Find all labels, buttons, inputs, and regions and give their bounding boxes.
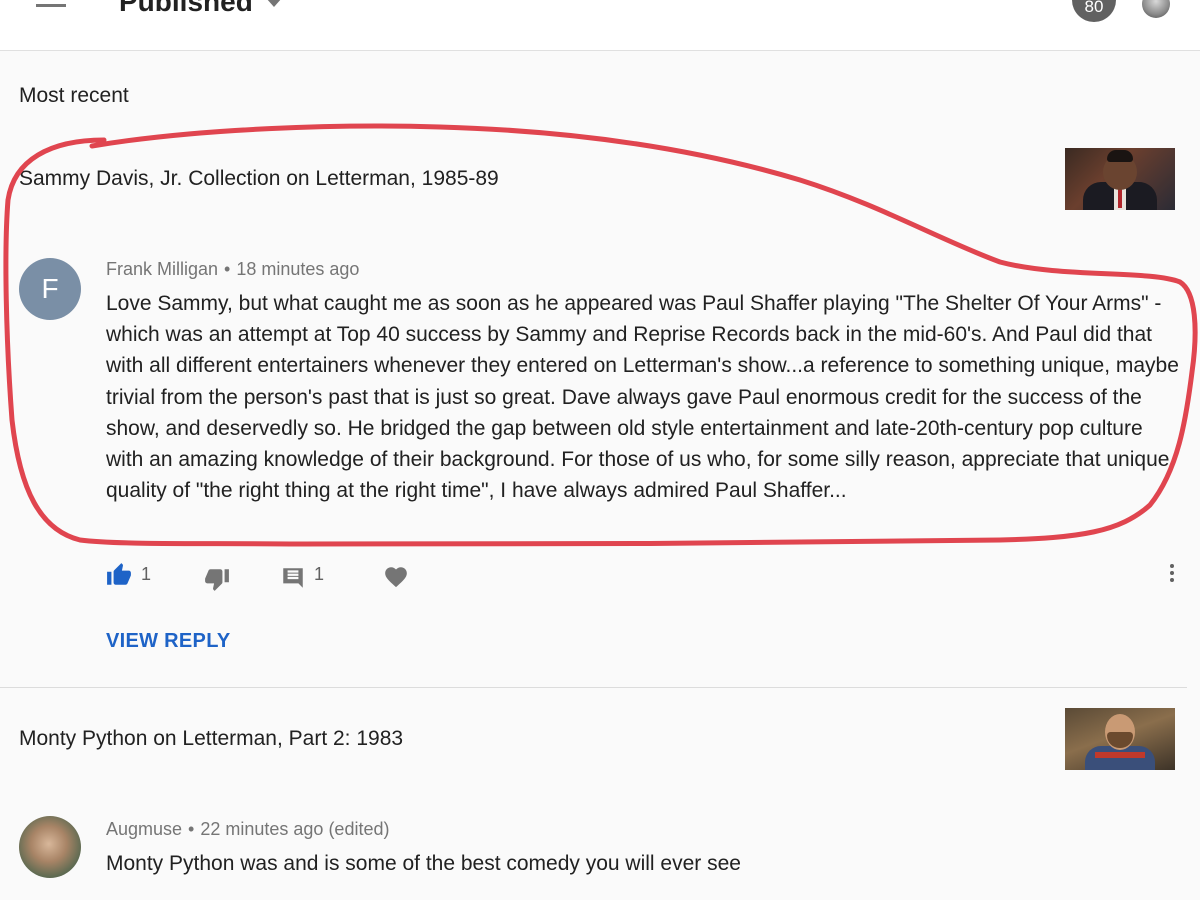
video-thumbnail[interactable] — [1065, 148, 1175, 210]
notification-count-badge[interactable]: 80 — [1072, 0, 1116, 22]
section-heading: Most recent — [19, 84, 129, 107]
comment-author[interactable]: Frank Milligan — [106, 259, 218, 279]
comment-text: Love Sammy, but what caught me as soon a… — [106, 292, 1179, 503]
thumbs-up-icon[interactable] — [106, 560, 132, 590]
commenter-avatar[interactable] — [19, 816, 81, 878]
meta-separator: • — [188, 819, 195, 839]
more-vert-icon[interactable] — [1162, 562, 1182, 588]
comment-time: 22 minutes ago (edited) — [200, 819, 390, 839]
comment-time: 18 minutes ago — [236, 259, 360, 279]
divider — [0, 687, 1187, 688]
comment-text: Monty Python was and is some of the best… — [106, 852, 741, 875]
video-title[interactable]: Sammy Davis, Jr. Collection on Letterman… — [19, 167, 499, 191]
comment-author[interactable]: Augmuse — [106, 819, 182, 839]
commenter-avatar[interactable]: F — [19, 258, 81, 320]
video-thumbnail[interactable] — [1065, 708, 1175, 770]
heart-icon[interactable] — [383, 562, 409, 592]
comment-meta: Augmuse • 22 minutes ago (edited) — [106, 819, 389, 840]
menu-icon[interactable] — [36, 0, 66, 10]
thumbs-down-icon[interactable] — [204, 564, 230, 594]
account-avatar[interactable] — [1142, 0, 1170, 18]
comment-meta: Frank Milligan • 18 minutes ago — [106, 259, 359, 280]
view-reply-button[interactable]: VIEW REPLY — [106, 630, 231, 653]
top-app-bar: Published 80 — [0, 0, 1200, 51]
reply-icon[interactable] — [280, 563, 306, 593]
like-count: 1 — [141, 564, 152, 584]
filter-dropdown-label[interactable]: Published — [119, 0, 253, 18]
meta-separator: • — [224, 259, 231, 279]
reply-count: 1 — [314, 564, 325, 584]
video-title[interactable]: Monty Python on Letterman, Part 2: 1983 — [19, 727, 403, 751]
dropdown-caret-icon[interactable] — [266, 0, 282, 7]
